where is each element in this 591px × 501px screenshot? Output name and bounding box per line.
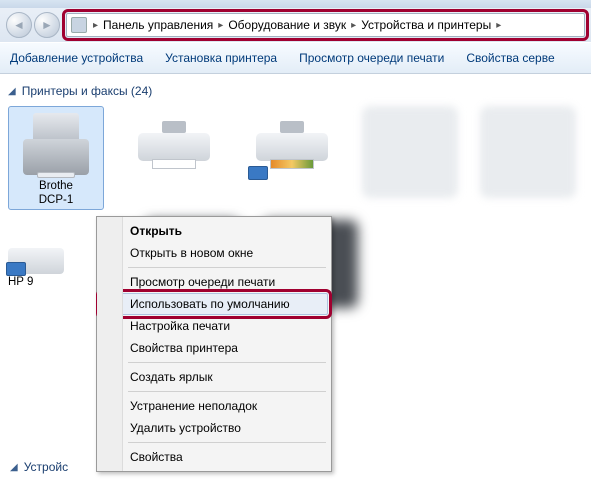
device-label: BrotheDCP-1: [39, 179, 74, 207]
shared-badge-icon: [6, 262, 26, 276]
breadcrumb-seg-devices-printers[interactable]: Устройства и принтеры: [358, 18, 494, 32]
menu-open[interactable]: Открыть: [100, 220, 328, 242]
breadcrumb-seg-control-panel[interactable]: Панель управления: [100, 18, 216, 32]
printer-item-blurred[interactable]: [480, 106, 576, 198]
printers-group-header[interactable]: ◢ Принтеры и факсы (24): [8, 84, 583, 98]
window-titlebar-strip: [0, 0, 591, 8]
chevron-right-icon: ▸: [349, 20, 358, 31]
shared-badge-icon: [248, 166, 268, 180]
device-label: HP 9: [8, 276, 78, 288]
menu-create-shortcut[interactable]: Создать ярлык: [100, 366, 328, 388]
collapse-icon: ◢: [8, 86, 16, 97]
printer-item[interactable]: [126, 106, 222, 210]
address-bar-row: ◄ ► ▸ Панель управления ▸ Оборудование и…: [0, 8, 591, 42]
forward-button[interactable]: ►: [34, 12, 60, 38]
devices-group-header[interactable]: ◢ Устройс: [10, 460, 68, 474]
server-properties-button[interactable]: Свойства серве: [466, 51, 554, 65]
back-button[interactable]: ◄: [6, 12, 32, 38]
add-device-button[interactable]: Добавление устройства: [10, 51, 143, 65]
menu-remove-device[interactable]: Удалить устройство: [100, 417, 328, 439]
menu-open-new-window[interactable]: Открыть в новом окне: [100, 242, 328, 264]
menu-separator: [128, 362, 326, 363]
menu-view-queue[interactable]: Просмотр очереди печати: [100, 271, 328, 293]
printer-item-blurred[interactable]: [362, 106, 458, 198]
inkjet-photo-printer-icon: [256, 115, 328, 167]
collapse-icon: ◢: [10, 462, 18, 473]
chevron-right-icon: ▸: [494, 20, 503, 31]
printer-item[interactable]: [244, 106, 340, 210]
location-icon: [71, 17, 87, 33]
chevron-right-icon: ▸: [91, 20, 100, 31]
menu-printer-properties[interactable]: Свойства принтера: [100, 337, 328, 359]
breadcrumb[interactable]: ▸ Панель управления ▸ Оборудование и зву…: [66, 13, 585, 37]
menu-set-default[interactable]: Использовать по умолчанию: [100, 293, 328, 315]
mfp-printer-icon: [23, 113, 89, 175]
add-printer-button[interactable]: Установка принтера: [165, 51, 277, 65]
menu-separator: [128, 391, 326, 392]
menu-properties[interactable]: Свойства: [100, 446, 328, 468]
view-queue-button[interactable]: Просмотр очереди печати: [299, 51, 444, 65]
printers-group-title: Принтеры и факсы (24): [22, 84, 153, 98]
menu-troubleshoot[interactable]: Устранение неполадок: [100, 395, 328, 417]
devices-group-title: Устройс: [24, 460, 68, 474]
menu-print-settings[interactable]: Настройка печати: [100, 315, 328, 337]
printer-item[interactable]: [8, 226, 64, 274]
menu-separator: [128, 267, 326, 268]
context-menu-gutter: [97, 217, 123, 471]
context-menu: Открыть Открыть в новом окне Просмотр оч…: [96, 216, 332, 472]
chevron-right-icon: ▸: [216, 20, 225, 31]
inkjet-printer-icon: [138, 115, 210, 167]
breadcrumb-seg-hardware-sound[interactable]: Оборудование и звук: [225, 18, 349, 32]
menu-separator: [128, 442, 326, 443]
printer-item-selected[interactable]: BrotheDCP-1: [8, 106, 104, 210]
command-bar: Добавление устройства Установка принтера…: [0, 42, 591, 74]
